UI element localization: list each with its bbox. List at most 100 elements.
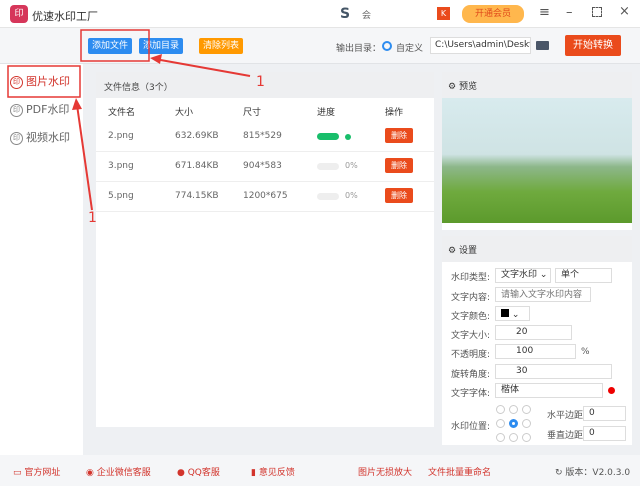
col-progress: 进度: [317, 108, 336, 118]
rotate-label: 旋转角度:: [451, 370, 491, 380]
settings-title: 设置: [458, 246, 477, 256]
close-icon[interactable]: ×: [619, 4, 630, 19]
watermark-icon: 印: [10, 75, 23, 89]
settings-header: ⚙ 设置: [442, 236, 632, 262]
warning-icon: [608, 387, 615, 394]
position-radio[interactable]: [496, 433, 505, 442]
file-name: 5.png: [108, 191, 134, 201]
version-label: ↻ 版本：V2.0.3.0: [555, 468, 631, 478]
opacity-stepper[interactable]: 100: [495, 344, 576, 359]
progress-bar: [317, 193, 339, 200]
file-info-title: 文件信息（3个）: [104, 83, 173, 93]
sidebar-item-pdf[interactable]: 印 PDF水印: [10, 100, 69, 120]
footer: ▭ 官方网址 ◉ 企业微信客服 ● QQ客服 ▮ 意见反馈 图片无损放大 文件批…: [0, 455, 640, 486]
footer-feedback[interactable]: ▮ 意见反馈: [251, 465, 295, 478]
position-radio[interactable]: [509, 419, 518, 428]
position-radio[interactable]: [522, 433, 531, 442]
k-icon[interactable]: K: [437, 7, 450, 20]
gear-icon: ⚙: [448, 246, 459, 256]
app-title: 优速水印工厂: [32, 10, 98, 23]
delete-button[interactable]: 删除: [385, 128, 413, 143]
v-margin-input[interactable]: 0: [583, 426, 626, 441]
watermark-icon: 印: [10, 103, 23, 117]
sidebar-item-label: PDF水印: [26, 103, 70, 116]
progress-pct: 0%: [345, 161, 358, 170]
font-select[interactable]: 楷体: [495, 383, 603, 398]
user-label[interactable]: 会: [362, 8, 371, 21]
content-input[interactable]: [495, 287, 591, 302]
output-path-input[interactable]: C:\Users\admin\Deskto: [430, 37, 531, 54]
progress-fill: [317, 133, 339, 140]
position-radio[interactable]: [509, 405, 518, 414]
progress-bar: [317, 163, 339, 170]
app-logo: 印: [10, 5, 28, 23]
vip-button[interactable]: 开通会员: [462, 5, 524, 23]
footer-wechat[interactable]: ◉ 企业微信客服: [86, 465, 151, 478]
file-dim: 1200*675: [243, 191, 288, 201]
file-name: 3.png: [108, 161, 134, 171]
minimize-icon[interactable]: –: [566, 5, 573, 20]
sidebar-item-image[interactable]: 印图片水印: [10, 72, 70, 92]
title-bar: 印 优速水印工厂 S 会 K 开通会员 ≡ – ×: [0, 0, 640, 28]
preview-title: 预览: [458, 82, 477, 92]
maximize-icon[interactable]: [592, 7, 602, 17]
file-dim: 815*529: [243, 131, 282, 141]
footer-qq[interactable]: ● QQ客服: [177, 465, 220, 478]
col-action: 操作: [385, 108, 404, 118]
footer-upscale[interactable]: 图片无损放大: [358, 465, 412, 478]
table-row: 3.png 671.84KB 904*583 0% 删除: [96, 152, 434, 182]
custom-label: 自定义: [396, 44, 424, 54]
file-dim: 904*583: [243, 161, 282, 171]
preview-panel: ⚙ 预览: [442, 72, 632, 230]
content-label: 文字内容:: [451, 293, 491, 303]
size-label: 文字大小:: [451, 331, 491, 341]
preview-header: ⚙ 预览: [442, 72, 632, 98]
v-margin-label: 垂直边距: [547, 431, 584, 441]
position-radio[interactable]: [496, 419, 505, 428]
file-name: 2.png: [108, 131, 134, 141]
output-label: 输出目录：: [336, 44, 382, 54]
position-radio[interactable]: [509, 433, 518, 442]
h-margin-label: 水平边距: [547, 411, 584, 421]
position-radio[interactable]: [496, 405, 505, 414]
toolbar: 添加文件 添加目录 清除列表 输出目录： 自定义 C:\Users\admin\…: [0, 28, 640, 64]
type-label: 水印类型:: [451, 273, 491, 283]
add-file-button[interactable]: 添加文件: [88, 38, 133, 54]
color-swatch: [501, 309, 509, 317]
font-label: 文字字体:: [451, 389, 491, 399]
delete-button[interactable]: 删除: [385, 188, 413, 203]
sidebar-item-video[interactable]: 印视频水印: [10, 128, 70, 148]
position-radio[interactable]: [522, 405, 531, 414]
col-size: 大小: [175, 108, 194, 118]
watermark-icon: 印: [10, 131, 23, 145]
clear-list-button[interactable]: 清除列表: [199, 38, 244, 54]
custom-radio[interactable]: [382, 41, 392, 51]
type-select[interactable]: 文字水印 ⌄: [495, 268, 551, 283]
sidebar: 印图片水印 印 PDF水印 印视频水印: [0, 64, 83, 455]
color-label: 文字颜色:: [451, 312, 491, 322]
mode-select[interactable]: 单个: [555, 268, 612, 283]
footer-website[interactable]: ▭ 官方网址: [13, 465, 60, 478]
delete-button[interactable]: 删除: [385, 158, 413, 173]
file-size: 774.15KB: [175, 191, 219, 201]
gear-icon: ⚙: [448, 82, 459, 92]
progress-bar: [317, 133, 339, 140]
menu-icon[interactable]: ≡: [539, 5, 550, 20]
rotate-stepper[interactable]: 30: [495, 364, 612, 379]
opacity-label: 不透明度:: [451, 350, 491, 360]
color-picker[interactable]: ⌄: [495, 306, 530, 321]
size-stepper[interactable]: 20: [495, 325, 572, 340]
file-size: 671.84KB: [175, 161, 219, 171]
col-dim: 尺寸: [243, 108, 262, 118]
start-button[interactable]: 开始转换: [565, 35, 621, 56]
h-margin-input[interactable]: 0: [583, 406, 626, 421]
footer-rename[interactable]: 文件批量重命名: [428, 465, 491, 478]
position-radio[interactable]: [522, 419, 531, 428]
file-size: 632.69KB: [175, 131, 219, 141]
s-logo-icon: S: [340, 6, 351, 22]
add-dir-button[interactable]: 添加目录: [139, 38, 184, 54]
folder-icon[interactable]: [536, 41, 549, 50]
table-row: 2.png 632.69KB 815*529 删除: [96, 122, 434, 152]
sidebar-item-label: 图片水印: [26, 75, 70, 88]
sidebar-item-label: 视频水印: [26, 131, 70, 144]
